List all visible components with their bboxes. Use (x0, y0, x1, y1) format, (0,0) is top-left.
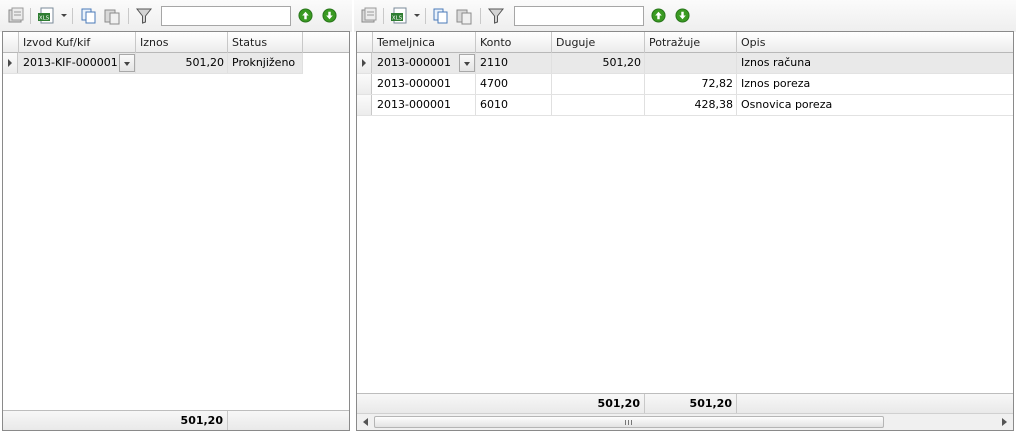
grid-options-icon[interactable] (7, 7, 25, 25)
svg-text:XLS: XLS (39, 16, 50, 22)
move-down-icon[interactable] (322, 8, 337, 23)
row-indicator (357, 53, 372, 73)
temeljnica-dropdown-button[interactable] (459, 54, 475, 72)
potrazuje-cell[interactable]: 428,38 (645, 95, 737, 115)
right-grid-header: Temeljnica Konto Duguje Potražuje Opis (357, 32, 1013, 53)
filter-icon[interactable] (487, 7, 505, 25)
paste-icon[interactable] (103, 7, 121, 25)
column-header-status[interactable]: Status (228, 32, 303, 53)
table-row[interactable]: 2013-000001 4700 72,82 Iznos poreza (357, 74, 1013, 95)
opis-cell[interactable]: Iznos poreza (737, 74, 1013, 94)
konto-cell[interactable]: 4700 (476, 74, 552, 94)
potrazuje-cell[interactable] (645, 53, 737, 73)
column-header-potrazuje[interactable]: Potražuje (645, 32, 737, 53)
row-indicator (357, 74, 372, 94)
temeljnica-cell[interactable]: 2013-000001 (373, 95, 476, 115)
copy-icon[interactable] (432, 7, 450, 25)
iznos-cell[interactable]: 501,20 (136, 53, 228, 73)
duguje-cell[interactable]: 501,20 (552, 53, 645, 73)
filter-icon[interactable] (135, 7, 153, 25)
header-indicator (357, 32, 373, 53)
header-indicator (3, 32, 19, 53)
right-grid: Temeljnica Konto Duguje Potražuje Opis 2… (356, 31, 1014, 431)
column-header-konto[interactable]: Konto (476, 32, 552, 53)
left-grid-footer: 501,20 (3, 410, 349, 430)
duguje-cell[interactable] (552, 74, 645, 94)
table-row[interactable]: 2013-000001 2110 501,20 Iznos računa (357, 53, 1013, 74)
left-search-input[interactable] (161, 6, 291, 26)
column-header-duguje[interactable]: Duguje (552, 32, 645, 53)
scrollbar-thumb[interactable] (374, 416, 884, 428)
konto-cell[interactable]: 6010 (476, 95, 552, 115)
left-grid-header: Izvod Kuf/kif Iznos Status (3, 32, 349, 53)
excel-export-icon[interactable]: XLS (390, 7, 408, 25)
konto-cell[interactable]: 2110 (476, 53, 552, 73)
left-grid: Izvod Kuf/kif Iznos Status 2013-KIF-0000… (2, 31, 350, 431)
duguje-cell[interactable] (552, 95, 645, 115)
column-header-temeljnica[interactable]: Temeljnica (373, 32, 476, 53)
right-grid-footer: 501,20 501,20 (357, 393, 1013, 413)
table-row[interactable]: 2013-000001 6010 428,38 Osnovica poreza (357, 95, 1013, 116)
grid-options-icon[interactable] (360, 7, 378, 25)
move-down-icon[interactable] (675, 8, 690, 23)
right-pane: XLS Temeljnica Konto Duguje Potražuje Op… (354, 0, 1016, 433)
row-indicator (357, 95, 372, 115)
column-header-opis[interactable]: Opis (737, 32, 1013, 53)
left-toolbar: XLS (0, 0, 352, 32)
excel-export-icon[interactable]: XLS (37, 7, 55, 25)
move-up-icon[interactable] (298, 8, 313, 23)
move-up-icon[interactable] (651, 8, 666, 23)
svg-text:XLS: XLS (392, 16, 403, 22)
column-header-iznos[interactable]: Iznos (136, 32, 228, 53)
iznos-total: 501,20 (136, 411, 228, 430)
paste-icon[interactable] (455, 7, 473, 25)
potrazuje-total: 501,20 (645, 394, 737, 413)
opis-cell[interactable]: Osnovica poreza (737, 95, 1013, 115)
right-toolbar: XLS (354, 0, 1016, 32)
izvod-dropdown-button[interactable] (119, 54, 135, 72)
grip-icon (625, 420, 632, 425)
copy-icon[interactable] (80, 7, 98, 25)
potrazuje-cell[interactable]: 72,82 (645, 74, 737, 94)
column-header-izvod[interactable]: Izvod Kuf/kif (19, 32, 136, 53)
left-pane: XLS Izvod Kuf/kif Iznos Status 2013-KIF-… (0, 0, 352, 433)
table-row[interactable]: 2013-KIF-000001 501,20 Proknjiženo (3, 53, 303, 74)
scroll-right-icon[interactable] (1002, 418, 1007, 426)
duguje-total: 501,20 (552, 394, 645, 413)
scroll-left-icon[interactable] (363, 418, 368, 426)
row-indicator (3, 53, 18, 73)
temeljnica-cell[interactable]: 2013-000001 (373, 74, 476, 94)
right-search-input[interactable] (514, 6, 644, 26)
horizontal-scrollbar[interactable] (357, 413, 1013, 430)
opis-cell[interactable]: Iznos računa (737, 53, 1013, 73)
status-cell[interactable]: Proknjiženo (228, 53, 303, 73)
